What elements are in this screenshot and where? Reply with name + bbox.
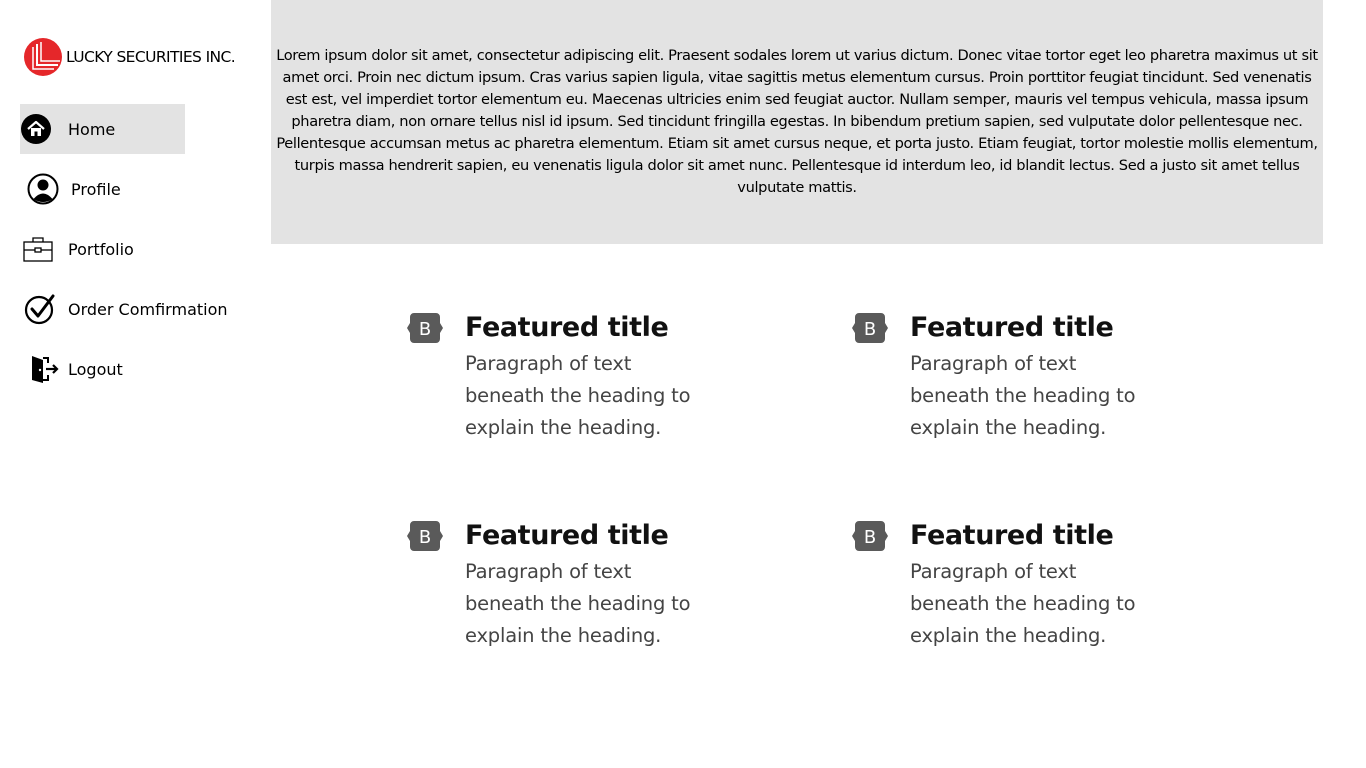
hero-banner: Lorem ipsum dolor sit amet, consectetur … xyxy=(271,0,1323,244)
feature-text: Paragraph of text beneath the heading to… xyxy=(910,352,1136,439)
sidebar-item-label: Portfolio xyxy=(68,239,134,259)
bootstrap-icon: B xyxy=(407,521,443,551)
feature-text: Paragraph of text beneath the heading to… xyxy=(910,560,1136,647)
feature-title: Featured title xyxy=(465,312,669,343)
banner-text: Lorem ipsum dolor sit amet, consectetur … xyxy=(276,47,1318,196)
sidebar-item-label: Profile xyxy=(71,179,121,199)
sidebar-item-label: Logout xyxy=(68,359,123,379)
feature-card: B Featured title Paragraph of text benea… xyxy=(406,520,726,660)
brand-name: LUCKY SECURITIES INC. xyxy=(66,48,236,66)
svg-text:B: B xyxy=(864,527,876,548)
lucky-logo-icon xyxy=(24,38,62,76)
logout-icon xyxy=(28,353,60,385)
feature-card: B Featured title Paragraph of text benea… xyxy=(851,520,1171,660)
sidebar-item-label: Order Comfirmation xyxy=(68,299,228,319)
sidebar-item-profile[interactable]: Profile xyxy=(20,164,185,214)
bootstrap-icon: B xyxy=(852,521,888,551)
briefcase-icon xyxy=(22,233,54,265)
home-icon xyxy=(20,113,52,145)
sidebar-item-order-confirmation[interactable]: Order Comfirmation xyxy=(20,284,228,334)
sidebar-item-label: Home xyxy=(68,119,116,139)
feature-title: Featured title xyxy=(910,312,1114,343)
check-circle-icon xyxy=(24,293,56,325)
brand-logo[interactable]: LUCKY SECURITIES INC. xyxy=(24,38,236,76)
sidebar-item-portfolio[interactable]: Portfolio xyxy=(20,224,185,274)
feature-title: Featured title xyxy=(465,520,669,551)
user-icon xyxy=(27,173,59,205)
sidebar: LUCKY SECURITIES INC. Home Profile Portf… xyxy=(0,0,260,768)
sidebar-item-logout[interactable]: Logout xyxy=(20,344,185,394)
feature-card: B Featured title Paragraph of text benea… xyxy=(851,312,1171,452)
svg-text:B: B xyxy=(419,319,431,340)
feature-card: B Featured title Paragraph of text benea… xyxy=(406,312,726,452)
feature-title: Featured title xyxy=(910,520,1114,551)
svg-text:B: B xyxy=(864,319,876,340)
feature-text: Paragraph of text beneath the heading to… xyxy=(465,560,691,647)
feature-text: Paragraph of text beneath the heading to… xyxy=(465,352,691,439)
bootstrap-icon: B xyxy=(852,313,888,343)
sidebar-item-home[interactable]: Home xyxy=(20,104,185,154)
svg-text:B: B xyxy=(419,527,431,548)
bootstrap-icon: B xyxy=(407,313,443,343)
